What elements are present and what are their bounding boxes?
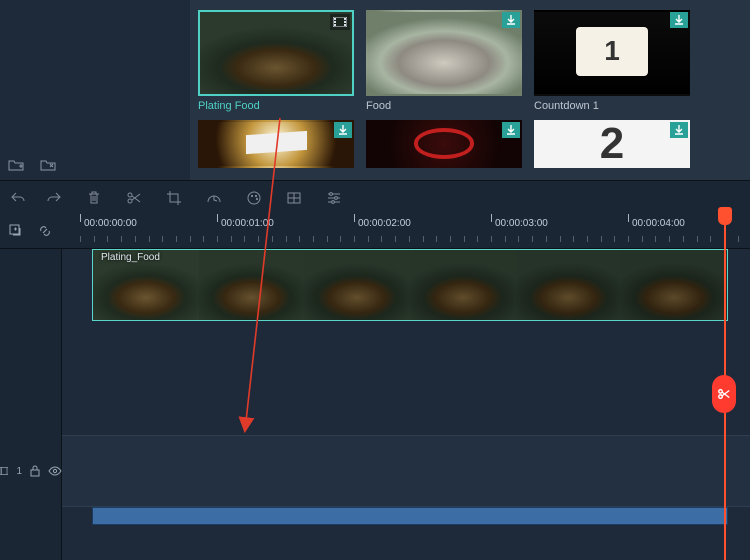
media-grid: Plating Food Food 1 Countdown 1 bbox=[190, 0, 750, 180]
cut-handle[interactable] bbox=[712, 375, 736, 413]
scissors-icon[interactable] bbox=[126, 190, 142, 206]
download-badge-icon[interactable] bbox=[334, 122, 352, 138]
media-thumb-label: Plating Food bbox=[198, 100, 354, 112]
track-index: 1 bbox=[16, 466, 22, 477]
timeline-clip-plating-food[interactable]: Plating_Food bbox=[92, 249, 728, 321]
media-thumb-countdown1[interactable]: 1 Countdown 1 bbox=[534, 10, 690, 112]
track-headers: 1 bbox=[0, 249, 62, 560]
redo-icon[interactable] bbox=[46, 190, 62, 206]
lock-icon[interactable] bbox=[30, 465, 40, 477]
download-badge-icon[interactable] bbox=[502, 12, 520, 28]
media-thumb-food[interactable]: Food bbox=[366, 10, 522, 112]
download-badge-icon[interactable] bbox=[670, 122, 688, 138]
audio-clip[interactable] bbox=[92, 507, 728, 525]
media-thumb-clapper[interactable] bbox=[198, 120, 354, 168]
timeline-ruler-row: 00:00:00:00 00:00:01:00 00:00:02:00 00:0… bbox=[0, 214, 750, 248]
trash-icon[interactable] bbox=[86, 190, 102, 206]
timeline-toolbar bbox=[0, 180, 750, 214]
media-thumb-redcount[interactable] bbox=[366, 120, 522, 168]
sliders-icon[interactable] bbox=[326, 190, 342, 206]
download-badge-icon[interactable] bbox=[502, 122, 520, 138]
timecode-label: 00:00:00:00 bbox=[84, 218, 137, 229]
media-thumb-whitecount[interactable]: 2 bbox=[534, 120, 690, 168]
import-folder-icon[interactable] bbox=[40, 158, 56, 172]
playhead-handle[interactable] bbox=[718, 207, 732, 225]
video-track[interactable] bbox=[62, 435, 750, 507]
download-badge-icon[interactable] bbox=[670, 12, 688, 28]
crop-icon[interactable] bbox=[166, 190, 182, 206]
clip-title: Plating_Food bbox=[101, 252, 160, 263]
timecode-label: 00:00:01:00 bbox=[221, 218, 274, 229]
media-thumb-label: Food bbox=[366, 100, 522, 112]
eye-icon[interactable] bbox=[48, 466, 62, 476]
track-header-video[interactable]: 1 bbox=[0, 435, 62, 507]
new-folder-icon[interactable] bbox=[8, 158, 24, 172]
link-icon[interactable] bbox=[37, 223, 53, 239]
media-thumb-label: Countdown 1 bbox=[534, 100, 690, 112]
freeze-icon[interactable] bbox=[286, 190, 302, 206]
timeline-tracks: 1 Plating_Food bbox=[0, 248, 750, 560]
media-side-panel bbox=[0, 0, 190, 180]
speed-icon[interactable] bbox=[206, 190, 222, 206]
media-browser: Plating Food Food 1 Countdown 1 bbox=[0, 0, 750, 180]
undo-icon[interactable] bbox=[10, 190, 26, 206]
palette-icon[interactable] bbox=[246, 190, 262, 206]
timecode-label: 00:00:02:00 bbox=[358, 218, 411, 229]
track-area[interactable]: Plating_Food bbox=[62, 249, 750, 560]
media-thumb-plating-food[interactable]: Plating Food bbox=[198, 10, 354, 112]
timecode-label: 00:00:03:00 bbox=[495, 218, 548, 229]
video-badge-icon bbox=[330, 14, 350, 30]
timecode-label: 00:00:04:00 bbox=[632, 218, 685, 229]
timeline-ruler[interactable]: 00:00:00:00 00:00:01:00 00:00:02:00 00:0… bbox=[62, 214, 750, 248]
add-marker-icon[interactable] bbox=[9, 224, 23, 238]
